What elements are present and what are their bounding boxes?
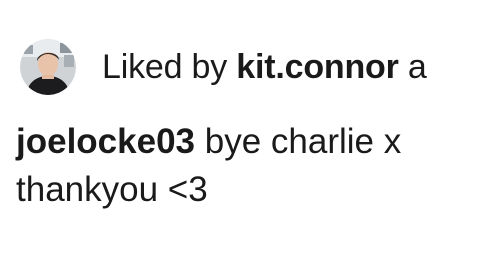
likes-summary[interactable]: Liked by kit.connor a: [20, 38, 427, 96]
caption-text-line2: thankyou <3: [16, 170, 208, 209]
liker-username-link[interactable]: kit.connor: [236, 48, 399, 86]
post-caption: joelocke03 bye charlie x thankyou <3: [16, 118, 486, 214]
caption-text-line1: bye charlie x: [204, 122, 402, 161]
liked-by-prefix: Liked by: [102, 47, 228, 86]
liked-by-text: Liked by kit.connor a: [102, 48, 427, 87]
liker-avatar[interactable]: [20, 39, 76, 95]
liked-by-suffix: a: [407, 47, 427, 86]
caption-author-link[interactable]: joelocke03: [16, 122, 195, 161]
